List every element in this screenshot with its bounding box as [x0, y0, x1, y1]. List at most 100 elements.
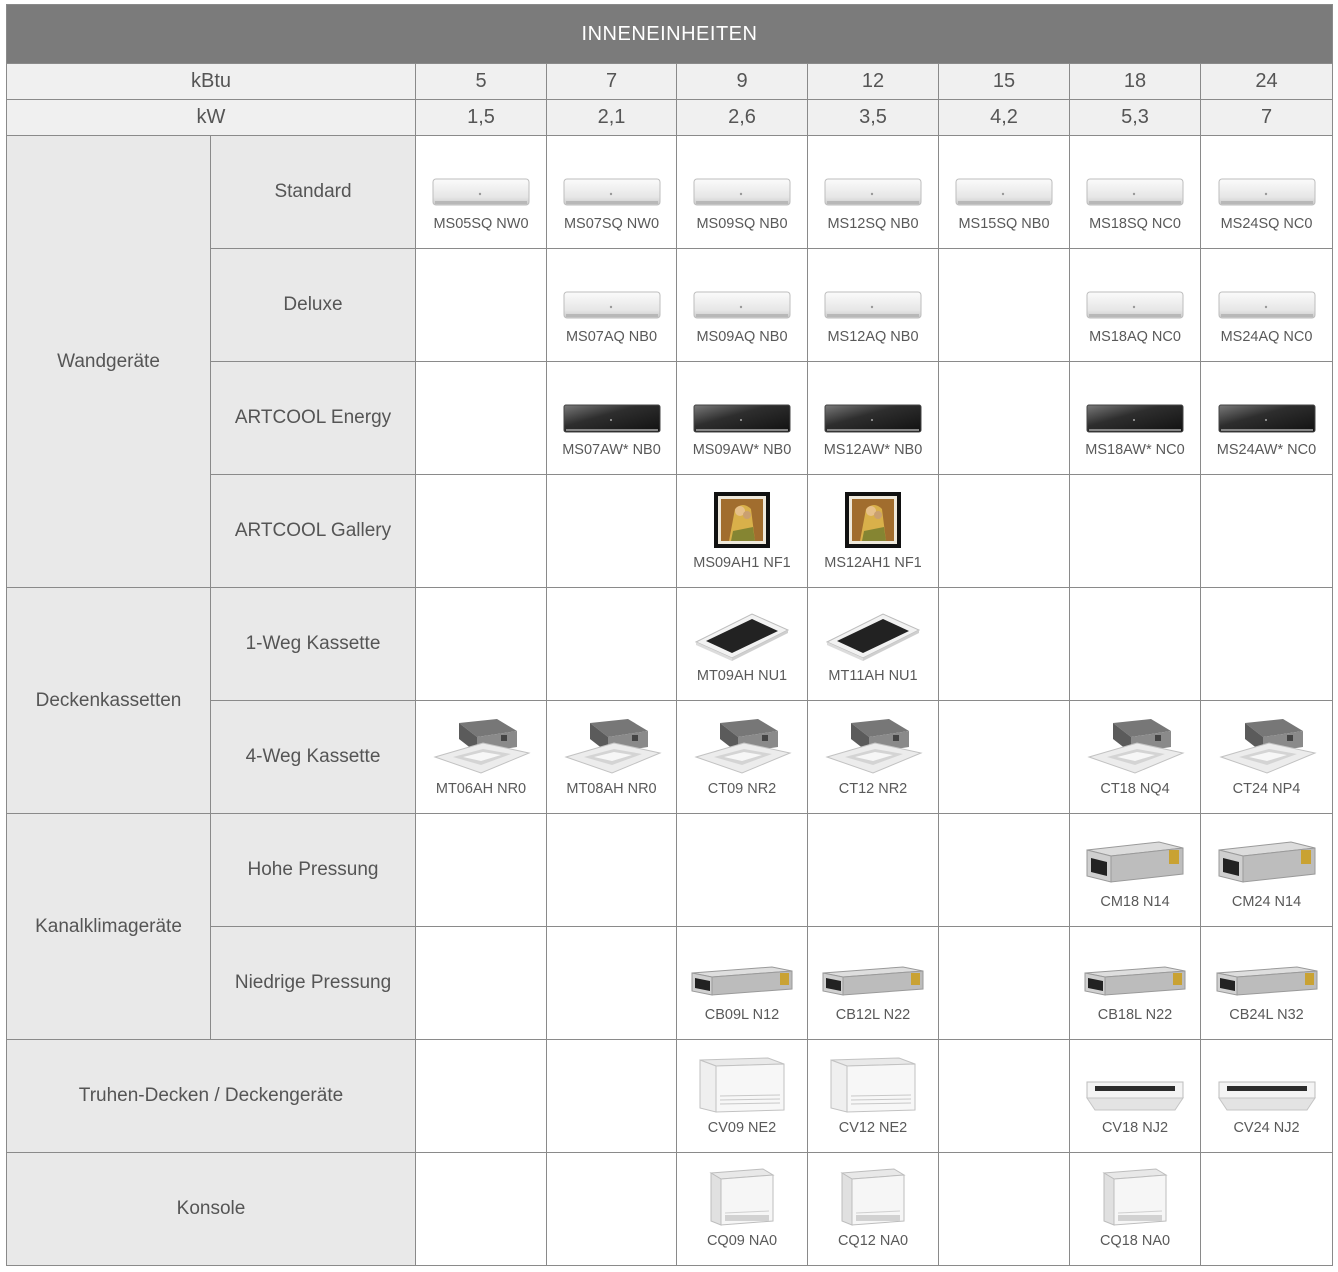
- product-unit: CT12 NR2: [808, 717, 938, 797]
- table-title: INNENEINHEITEN: [6, 4, 1333, 64]
- product-unit: MS07SQ NW0: [547, 152, 676, 232]
- model-number: MT11AH NU1: [828, 668, 918, 684]
- product-cell: MS07AQ NB0: [546, 248, 677, 362]
- product-cell: [415, 587, 547, 701]
- group-label-decke: Deckenkassetten: [6, 587, 211, 814]
- low-duct-unit-icon: [690, 943, 794, 1001]
- model-number: CQ09 NA0: [706, 1233, 778, 1249]
- product-cell: [938, 474, 1070, 588]
- wall-unit-dark-icon: [563, 378, 661, 436]
- indoor-units-table: INNENEINHEITEN kBtu 5 7 9 12 15 18 24 kW 1,5 2,…: [6, 4, 1333, 1266]
- product-cell: [938, 248, 1070, 362]
- model-number: MS18AW* NC0: [1085, 442, 1185, 458]
- kw-label: kW: [6, 99, 416, 136]
- model-number: MS05SQ NW0: [433, 216, 529, 232]
- four-way-cassette-icon: [692, 717, 792, 775]
- kw-value: 3,5: [807, 99, 939, 136]
- wall-unit-white-icon: [1218, 265, 1316, 323]
- kbtu-value: 15: [938, 63, 1070, 100]
- product-cell: MS09SQ NB0: [676, 135, 808, 249]
- product-cell: CV09 NE2: [676, 1039, 808, 1153]
- model-number: CB09L N12: [704, 1007, 780, 1023]
- model-number: CM24 N14: [1231, 894, 1302, 910]
- product-cell: MT09AH NU1: [676, 587, 808, 701]
- model-number: MT06AH NR0: [435, 781, 527, 797]
- kbtu-value: 24: [1200, 63, 1333, 100]
- model-number: MS18SQ NC0: [1089, 216, 1181, 232]
- product-cell: [546, 813, 677, 927]
- subcategory-label: Standard: [210, 135, 416, 249]
- model-number: MS24SQ NC0: [1220, 216, 1313, 232]
- product-unit: CV18 NJ2: [1070, 1056, 1200, 1136]
- wall-unit-white-icon: [1218, 152, 1316, 210]
- product-unit: CV24 NJ2: [1201, 1056, 1332, 1136]
- product-cell: MS15SQ NB0: [938, 135, 1070, 249]
- product-cell: [1069, 587, 1201, 701]
- product-unit: MS18SQ NC0: [1070, 152, 1200, 232]
- ceiling-suspended-unit-icon: [1217, 1056, 1317, 1114]
- product-cell: CB24L N32: [1200, 926, 1333, 1040]
- model-number: MS09AW* NB0: [692, 442, 792, 458]
- product-unit: CQ12 NA0: [808, 1168, 938, 1249]
- model-number: CT09 NR2: [707, 781, 777, 797]
- product-cell: [807, 813, 939, 927]
- product-cell: [415, 474, 547, 588]
- model-number: CQ18 NA0: [1099, 1233, 1171, 1249]
- product-cell: [415, 926, 547, 1040]
- product-unit: CT18 NQ4: [1070, 717, 1200, 797]
- four-way-cassette-icon: [1217, 717, 1317, 775]
- product-cell: [546, 926, 677, 1040]
- wall-unit-white-icon: [432, 152, 530, 210]
- kw-value: 5,3: [1069, 99, 1201, 136]
- product-cell: MS18AQ NC0: [1069, 248, 1201, 362]
- product-unit: CM24 N14: [1201, 830, 1332, 910]
- kbtu-value: 12: [807, 63, 939, 100]
- product-unit: MS12AQ NB0: [808, 265, 938, 345]
- product-cell: MS09AW* NB0: [676, 361, 808, 475]
- model-number: CM18 N14: [1100, 894, 1170, 910]
- product-cell: MT11AH NU1: [807, 587, 939, 701]
- product-unit: CB09L N12: [677, 943, 807, 1023]
- model-number: MS07AW* NB0: [562, 442, 661, 458]
- product-cell: MS05SQ NW0: [415, 135, 547, 249]
- four-way-cassette-icon: [1085, 717, 1185, 775]
- one-way-cassette-icon: [823, 604, 923, 662]
- table-row: Truhen-Decken / Deckengeräte CV09 NE2 CV12…: [6, 1039, 1333, 1153]
- product-unit: MS18AW* NC0: [1070, 378, 1200, 458]
- product-unit: MT08AH NR0: [547, 717, 676, 797]
- model-number: CV24 NJ2: [1233, 1120, 1300, 1136]
- model-number: CB12L N22: [835, 1007, 911, 1023]
- product-cell: [546, 587, 677, 701]
- product-cell: MS24AW* NC0: [1200, 361, 1333, 475]
- product-unit: CB18L N22: [1070, 943, 1200, 1023]
- model-number: MS09AQ NB0: [696, 329, 788, 345]
- duct-unit-icon: [1215, 830, 1319, 888]
- product-unit: MS09AW* NB0: [677, 378, 807, 458]
- product-unit: MT11AH NU1: [808, 604, 938, 684]
- floor-ceiling-unit-icon: [698, 1056, 786, 1114]
- product-unit: CT24 NP4: [1201, 717, 1332, 797]
- product-cell: CQ09 NA0: [676, 1152, 808, 1266]
- low-duct-unit-icon: [1083, 943, 1187, 1001]
- model-number: CT24 NP4: [1232, 781, 1301, 797]
- ceiling-suspended-unit-icon: [1085, 1056, 1185, 1114]
- kbtu-value: 7: [546, 63, 677, 100]
- product-unit: MS05SQ NW0: [416, 152, 546, 232]
- kbtu-value: 9: [676, 63, 808, 100]
- product-unit: MS09AH1 NF1: [677, 491, 807, 571]
- product-cell: [1200, 587, 1333, 701]
- product-cell: CV24 NJ2: [1200, 1039, 1333, 1153]
- model-number: MS12AW* NB0: [823, 442, 923, 458]
- product-cell: [938, 1039, 1070, 1153]
- product-cell: MS24SQ NC0: [1200, 135, 1333, 249]
- table-row: Konsole CQ09 NA0 CQ12 NA0 CQ18 NA0: [6, 1152, 1333, 1266]
- product-unit: MS24AQ NC0: [1201, 265, 1332, 345]
- product-cell: [546, 474, 677, 588]
- subcategory-label: ARTCOOL Gallery: [210, 474, 416, 588]
- model-number: MS07AQ NB0: [565, 329, 658, 345]
- product-cell: CB18L N22: [1069, 926, 1201, 1040]
- product-unit: MS24SQ NC0: [1201, 152, 1332, 232]
- group-label-konsole: Konsole: [6, 1152, 416, 1266]
- product-cell: [415, 361, 547, 475]
- one-way-cassette-icon: [692, 604, 792, 662]
